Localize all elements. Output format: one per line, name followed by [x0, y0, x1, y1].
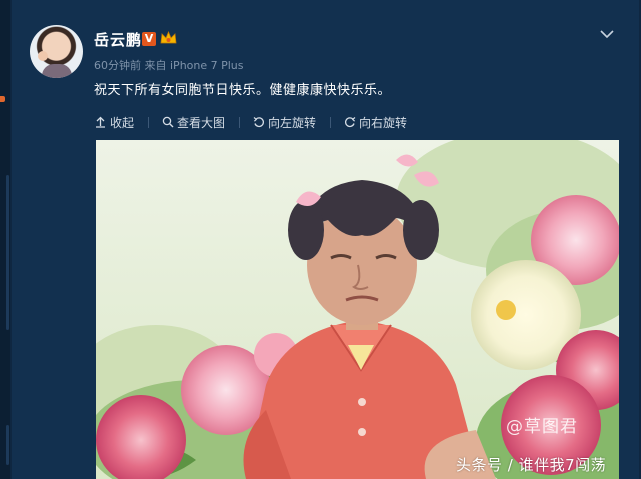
view-large-button[interactable]: 查看大图	[161, 114, 225, 131]
post-text: 祝天下所有女同胞节日快乐。健健康康快快乐乐。	[94, 83, 392, 98]
arrow-up-icon	[94, 116, 107, 129]
toolbar-divider	[239, 116, 241, 128]
member-crown-icon	[160, 30, 177, 44]
toolbar-divider	[330, 116, 332, 128]
image-watermark: @草图君	[506, 417, 578, 437]
image-toolbar: 收起 查看大图 向左旋转 向右旋转	[94, 113, 421, 131]
avatar-shirt	[42, 64, 72, 78]
rotate-left-button[interactable]: 向左旋转	[252, 114, 316, 131]
chevron-down-icon[interactable]	[600, 24, 614, 43]
verified-badge-icon: V	[142, 32, 156, 46]
view-large-label: 查看大图	[177, 115, 226, 130]
rotate-right-label: 向右旋转	[359, 115, 408, 130]
rotate-left-label: 向左旋转	[268, 115, 317, 130]
avatar-hand	[38, 51, 48, 61]
collapse-button[interactable]: 收起	[94, 114, 134, 131]
toolbar-divider	[148, 116, 150, 128]
scroll-track[interactable]	[6, 175, 9, 330]
source-prefix: 来自	[144, 59, 167, 72]
post-timestamp[interactable]: 60分钟前	[94, 59, 141, 72]
collapse-label: 收起	[110, 115, 135, 130]
notification-marker	[0, 96, 5, 102]
avatar[interactable]	[30, 25, 83, 78]
scroll-track-lower[interactable]	[6, 425, 9, 465]
rotate-left-icon	[252, 116, 265, 129]
post-meta: 60分钟前 来自 iPhone 7 Plus	[94, 57, 244, 73]
image-caption: 头条号 / 谁伴我7闯荡	[456, 456, 607, 474]
rotate-right-button[interactable]: 向右旋转	[343, 114, 407, 131]
left-gutter	[0, 0, 10, 479]
rotate-right-icon	[343, 116, 356, 129]
post-username[interactable]: 岳云鹏	[94, 29, 142, 50]
post-source: iPhone 7 Plus	[170, 59, 244, 72]
magnifier-icon	[161, 116, 174, 129]
